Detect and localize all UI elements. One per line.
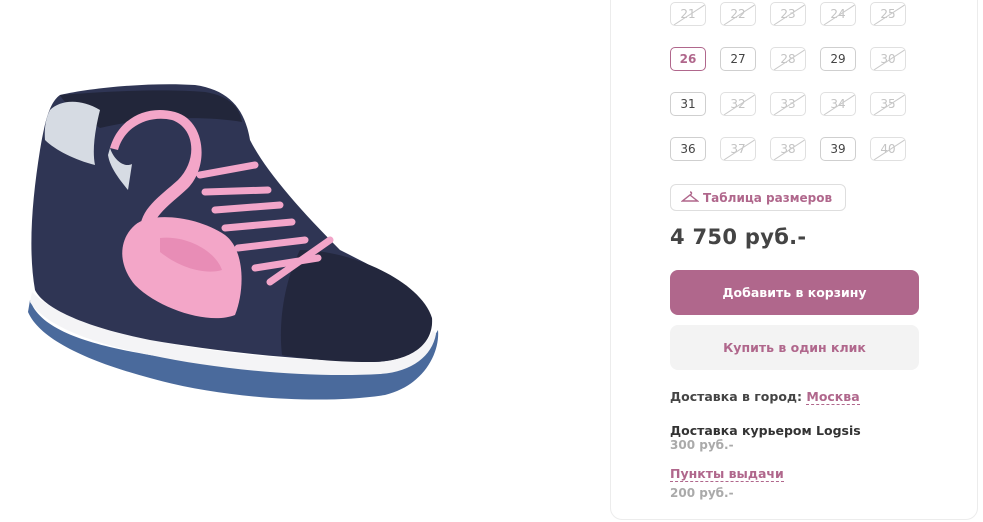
size-option: 32 bbox=[720, 92, 756, 116]
size-option[interactable]: 31 bbox=[670, 92, 706, 116]
size-option: 37 bbox=[720, 137, 756, 161]
product-panel bbox=[610, 0, 978, 520]
city-link[interactable]: Москва bbox=[806, 389, 860, 405]
delivery-city-label: Доставка в город: bbox=[670, 389, 803, 404]
toe-cap bbox=[280, 250, 433, 362]
product-price: 4 750 руб.- bbox=[670, 225, 807, 249]
size-option[interactable]: 26 bbox=[670, 47, 706, 71]
buy-one-click-button[interactable]: Купить в один клик bbox=[670, 325, 919, 370]
size-option: 30 bbox=[870, 47, 906, 71]
size-option: 33 bbox=[770, 92, 806, 116]
add-to-cart-button[interactable]: Добавить в корзину bbox=[670, 270, 919, 315]
courier-delivery-label: Доставка курьером Logsis bbox=[670, 423, 861, 438]
size-option: 22 bbox=[720, 2, 756, 26]
delivery-city: Доставка в город: Москва bbox=[670, 389, 860, 405]
courier-delivery-price: 300 руб.- bbox=[670, 438, 734, 452]
product-image[interactable] bbox=[0, 0, 600, 522]
size-option: 34 bbox=[820, 92, 856, 116]
size-option: 38 bbox=[770, 137, 806, 161]
pickup-points-link[interactable]: Пункты выдачи bbox=[670, 466, 784, 482]
size-option: 25 bbox=[870, 2, 906, 26]
size-option[interactable]: 29 bbox=[820, 47, 856, 71]
size-option: 40 bbox=[870, 137, 906, 161]
hanger-icon bbox=[681, 190, 699, 202]
size-chart-button[interactable]: Таблица размеров bbox=[670, 184, 846, 211]
size-option: 35 bbox=[870, 92, 906, 116]
pickup-price: 200 руб.- bbox=[670, 486, 734, 500]
size-option: 23 bbox=[770, 2, 806, 26]
size-option: 21 bbox=[670, 2, 706, 26]
size-option: 24 bbox=[820, 2, 856, 26]
size-option[interactable]: 27 bbox=[720, 47, 756, 71]
size-chart-label: Таблица размеров bbox=[703, 190, 833, 205]
size-option[interactable]: 36 bbox=[670, 137, 706, 161]
size-option[interactable]: 39 bbox=[820, 137, 856, 161]
size-option: 28 bbox=[770, 47, 806, 71]
